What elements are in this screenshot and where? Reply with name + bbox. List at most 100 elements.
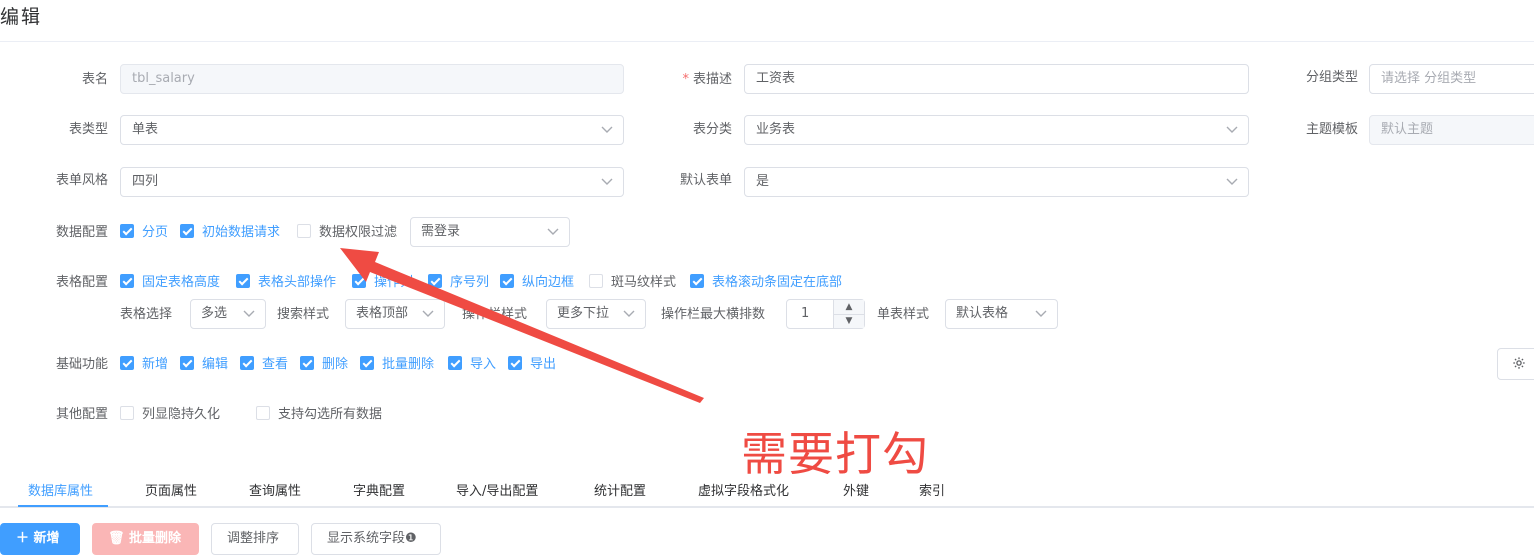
table-type-value: 单表: [132, 122, 159, 137]
group-type-select[interactable]: 请选择 分组类型: [1369, 64, 1534, 94]
init-request-checkbox[interactable]: 初始数据请求: [180, 224, 280, 242]
table-category-label: 表分类: [692, 122, 732, 137]
form-style-select[interactable]: 四列: [120, 167, 624, 197]
chevron-down-icon: [243, 300, 255, 328]
tab-query-props[interactable]: 查询属性: [249, 480, 301, 499]
batch-delete-button[interactable]: 🗑 批量删除: [92, 523, 199, 555]
chevron-down-icon: [1226, 116, 1238, 144]
table-desc-label-text: 表描述: [692, 72, 732, 87]
fn-import-checkbox[interactable]: 导入: [448, 356, 496, 374]
fixed-height-label: 固定表格高度: [142, 275, 221, 290]
paging-checkbox[interactable]: 分页: [120, 224, 168, 242]
header-ops-checkbox[interactable]: 表格头部操作: [236, 274, 336, 292]
table-category-select[interactable]: 业务表: [744, 115, 1249, 145]
tab-foreign-key[interactable]: 外键: [843, 480, 869, 499]
table-name-input[interactable]: tbl_salary: [120, 64, 624, 94]
basic-functions-label: 基础功能: [55, 357, 108, 372]
op-column-checkbox[interactable]: 操作列: [352, 274, 413, 292]
table-name-label: 表名: [81, 72, 108, 87]
checkbox-icon: [300, 356, 314, 370]
login-select[interactable]: 需登录: [410, 217, 570, 247]
tab-import-export[interactable]: 导入/导出配置: [456, 480, 538, 499]
op-style-label: 操作栏样式: [462, 307, 528, 322]
theme-template-label: 主题模板: [1305, 122, 1358, 137]
fn-edit-label: 编辑: [202, 357, 229, 372]
form-style-value: 四列: [132, 174, 159, 189]
op-style-select[interactable]: 更多下拉: [546, 299, 646, 329]
stepper-controls: ▲ ▼: [833, 300, 864, 328]
scrollbar-bottom-label: 表格滚动条固定在底部: [712, 275, 843, 290]
op-max-value: 1: [801, 306, 810, 321]
tab-database-props[interactable]: 数据库属性: [28, 480, 93, 499]
table-type-select[interactable]: 单表: [120, 115, 624, 145]
chevron-down-icon: [1226, 168, 1238, 196]
table-category-value: 业务表: [756, 122, 796, 137]
table-config-label: 表格配置: [55, 275, 108, 290]
scrollbar-bottom-checkbox[interactable]: 表格滚动条固定在底部: [690, 274, 842, 292]
checkbox-icon: [297, 224, 311, 238]
gear-icon: [1512, 356, 1526, 374]
persist-columns-checkbox[interactable]: 列显隐持久化: [120, 406, 220, 424]
sort-button[interactable]: 调整排序: [211, 523, 299, 555]
tab-statistics[interactable]: 统计配置: [594, 480, 646, 499]
search-style-select[interactable]: 表格顶部: [345, 299, 445, 329]
index-column-checkbox[interactable]: 序号列: [428, 274, 489, 292]
table-desc-input[interactable]: 工资表: [744, 64, 1249, 94]
add-button[interactable]: ＋ 新增: [0, 523, 80, 555]
op-max-label: 操作栏最大横排数: [661, 307, 766, 322]
chevron-up-icon[interactable]: ▲: [834, 300, 864, 315]
table-type-label: 表类型: [68, 122, 108, 137]
divider: [0, 41, 1534, 42]
fixed-height-checkbox[interactable]: 固定表格高度: [120, 274, 220, 292]
fn-delete-checkbox[interactable]: 删除: [300, 356, 348, 374]
tab-dict-config[interactable]: 字典配置: [353, 480, 405, 499]
fn-add-checkbox[interactable]: 新增: [120, 356, 168, 374]
fn-export-label: 导出: [530, 357, 557, 372]
checkbox-icon: [500, 274, 514, 288]
tab-page-props[interactable]: 页面属性: [145, 480, 197, 499]
fn-import-label: 导入: [470, 357, 497, 372]
data-config-label: 数据配置: [55, 225, 108, 240]
fn-batch-delete-label: 批量删除: [382, 357, 435, 372]
op-style-value: 更多下拉: [557, 306, 610, 321]
default-form-select[interactable]: 是: [744, 167, 1249, 197]
chevron-down-icon: [1035, 300, 1047, 328]
chevron-down-icon: [623, 300, 635, 328]
checkbox-icon: [240, 356, 254, 370]
checkbox-icon: [120, 406, 134, 420]
default-form-value: 是: [756, 174, 770, 189]
single-style-label: 单表样式: [877, 307, 930, 322]
tab-virtual-format[interactable]: 虚拟字段格式化: [698, 480, 789, 499]
settings-button[interactable]: [1497, 348, 1534, 380]
fn-view-checkbox[interactable]: 查看: [240, 356, 288, 374]
fn-export-checkbox[interactable]: 导出: [508, 356, 556, 374]
vertical-border-checkbox[interactable]: 纵向边框: [500, 274, 574, 292]
chevron-down-icon[interactable]: ▼: [834, 314, 864, 328]
tabs-divider: [0, 506, 1534, 508]
persist-columns-label: 列显隐持久化: [142, 407, 221, 422]
fn-edit-checkbox[interactable]: 编辑: [180, 356, 228, 374]
selection-label: 表格选择: [120, 307, 173, 322]
zebra-checkbox[interactable]: 斑马纹样式: [589, 274, 676, 292]
annotation-text: 需要打勾: [741, 427, 929, 481]
tab-index[interactable]: 索引: [919, 480, 945, 499]
permission-filter-checkbox[interactable]: 数据权限过滤: [297, 224, 397, 242]
theme-template-select[interactable]: 默认主题: [1369, 115, 1534, 145]
op-max-stepper[interactable]: 1 ▲ ▼: [786, 299, 865, 329]
search-style-label: 搜索样式: [277, 307, 330, 322]
select-all-data-checkbox[interactable]: 支持勾选所有数据: [256, 406, 382, 424]
header-ops-label: 表格头部操作: [258, 275, 337, 290]
show-sys-fields-button[interactable]: 显示系统字段❶: [311, 523, 441, 555]
checkbox-icon: [448, 356, 462, 370]
chevron-down-icon: [601, 116, 613, 144]
selection-select[interactable]: 多选: [190, 299, 266, 329]
page-title: 编辑: [0, 6, 43, 28]
index-column-label: 序号列: [450, 275, 490, 290]
checkbox-icon: [236, 274, 250, 288]
form-style-label: 表单风格: [55, 173, 108, 188]
single-style-value: 默认表格: [956, 306, 1009, 321]
select-all-data-label: 支持勾选所有数据: [278, 407, 383, 422]
fn-batch-delete-checkbox[interactable]: 批量删除: [360, 356, 434, 374]
single-style-select[interactable]: 默认表格: [945, 299, 1058, 329]
chevron-down-icon: [422, 300, 434, 328]
